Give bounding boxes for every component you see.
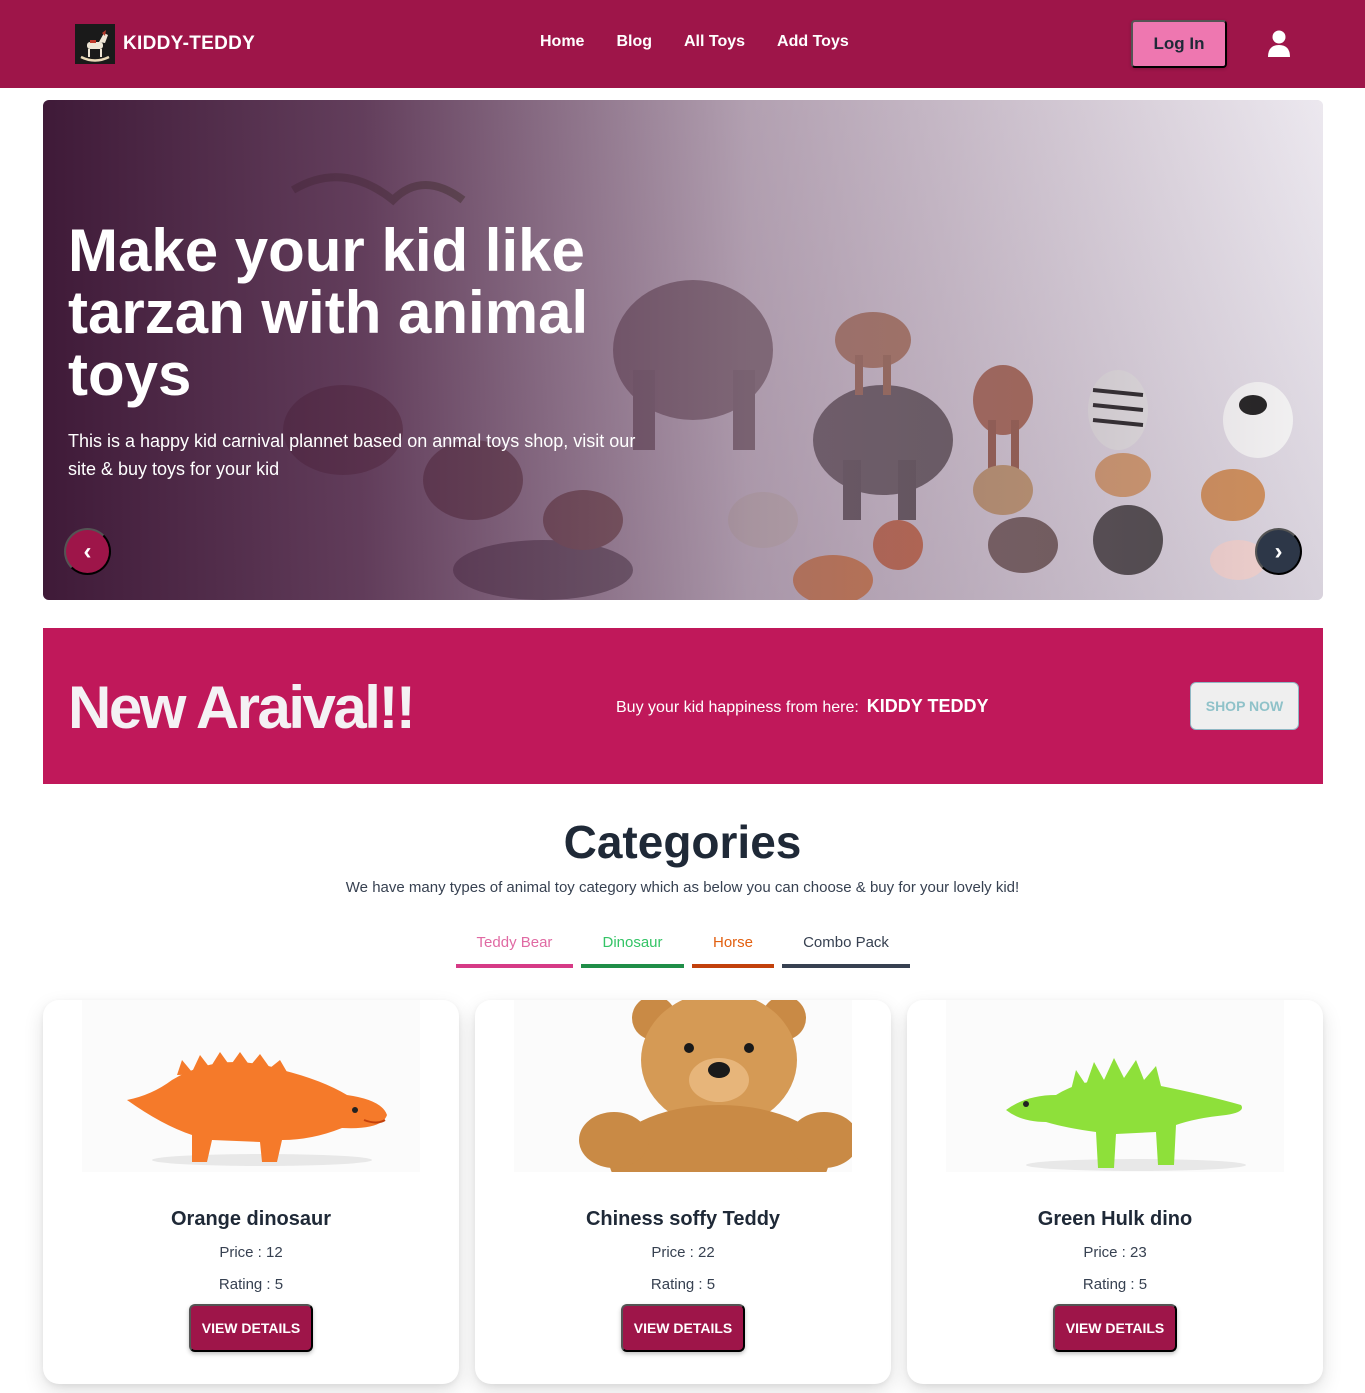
nav-home[interactable]: Home	[540, 33, 584, 51]
rocking-horse-logo	[75, 24, 115, 64]
nav-add-toys[interactable]: Add Toys	[777, 33, 849, 51]
product-name: Green Hulk dino	[1037, 1208, 1193, 1230]
product-price: Price : 22	[651, 1244, 715, 1261]
product-image-green-dino	[946, 1000, 1284, 1172]
arrival-title: New Araival!!	[68, 674, 416, 741]
nav-blog[interactable]: Blog	[616, 33, 652, 51]
user-icon[interactable]	[1267, 30, 1291, 58]
arrival-tagline: Buy your kid happiness from here: KIDDY …	[616, 696, 988, 717]
carousel-next-button[interactable]: ›	[1255, 528, 1302, 575]
product-name: Orange dinosaur	[170, 1208, 332, 1230]
arrival-brand: KIDDY TEDDY	[866, 696, 989, 716]
brand[interactable]: KIDDY-TEDDY	[75, 24, 255, 64]
chevron-right-icon: ›	[1274, 537, 1283, 565]
shop-now-button[interactable]: SHOP NOW	[1190, 682, 1299, 730]
nav-all-toys[interactable]: All Toys	[684, 33, 745, 51]
tab-combo-pack[interactable]: Combo Pack	[782, 934, 910, 968]
hero-title: Make your kid like tarzan with animal to…	[68, 217, 589, 408]
hero-carousel: Make your kid like tarzan with animal to…	[43, 100, 1323, 600]
tab-horse[interactable]: Horse	[692, 934, 774, 968]
new-arrival-banner: New Araival!! Buy your kid happiness fro…	[43, 628, 1323, 784]
tab-teddy-bear[interactable]: Teddy Bear	[456, 934, 573, 968]
chevron-left-icon: ‹	[83, 537, 92, 565]
arrival-tagline-text: Buy your kid happiness from here:	[616, 699, 859, 716]
product-price: Price : 12	[219, 1244, 283, 1261]
product-card: Green Hulk dino Price : 23 Rating : 5 VI…	[907, 1000, 1323, 1384]
view-details-button[interactable]: VIEW DETAILS	[621, 1304, 745, 1352]
navbar: KIDDY-TEDDY Home Blog All Toys Add Toys …	[0, 0, 1365, 88]
view-details-button[interactable]: VIEW DETAILS	[1053, 1304, 1177, 1352]
brand-name: KIDDY-TEDDY	[123, 33, 256, 54]
categories-title: Categories	[563, 816, 802, 868]
product-price: Price : 23	[1083, 1244, 1147, 1261]
login-button[interactable]: Log In	[1131, 20, 1227, 68]
product-card: Chiness soffy Teddy Price : 22 Rating : …	[475, 1000, 891, 1384]
product-name: Chiness soffy Teddy	[585, 1208, 781, 1230]
hero-description: This is a happy kid carnival plannet bas…	[68, 431, 636, 479]
product-rating: Rating : 5	[650, 1276, 716, 1293]
product-card: Orange dinosaur Price : 12 Rating : 5 VI…	[43, 1000, 459, 1384]
product-rating: Rating : 5	[218, 1276, 284, 1293]
product-image-teddy-bear	[514, 1000, 852, 1172]
categories-subtitle: We have many types of animal toy categor…	[345, 879, 1020, 896]
main-nav: Home Blog All Toys Add Toys	[540, 33, 881, 51]
product-image-orange-dinosaur	[82, 1000, 420, 1172]
product-rating: Rating : 5	[1082, 1276, 1148, 1293]
carousel-prev-button[interactable]: ‹	[64, 528, 111, 575]
view-details-button[interactable]: VIEW DETAILS	[189, 1304, 313, 1352]
tab-dinosaur[interactable]: Dinosaur	[581, 934, 684, 968]
